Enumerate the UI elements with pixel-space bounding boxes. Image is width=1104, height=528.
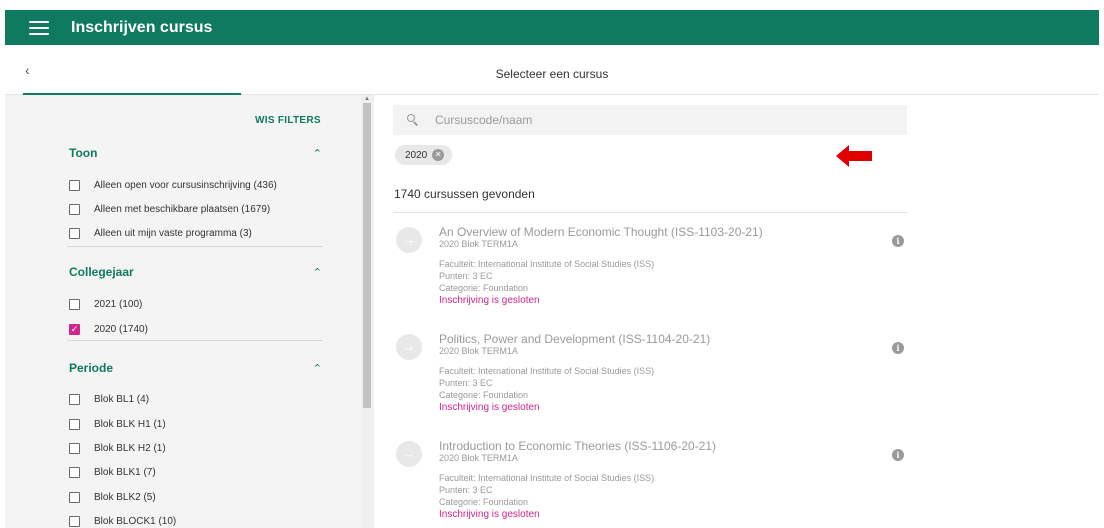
- filter-option-bl1[interactable]: Blok BL1 (4): [69, 391, 149, 407]
- checkbox[interactable]: [69, 466, 80, 478]
- checkbox[interactable]: [69, 418, 80, 430]
- checkbox[interactable]: [69, 298, 80, 310]
- chevron-up-icon: ⌃: [312, 362, 322, 375]
- filter-option-beschikbare-plaatsen[interactable]: Alleen met beschikbare plaatsen (1679): [69, 201, 270, 217]
- course-item[interactable]: → Politics, Power and Development (ISS-1…: [394, 324, 909, 424]
- arrow-right-icon[interactable]: →: [396, 227, 422, 253]
- chip-label: 2020: [405, 149, 428, 161]
- divider: [67, 340, 323, 341]
- scrollbar-thumb[interactable]: [363, 103, 371, 408]
- filter-option-blk2[interactable]: Blok BLK2 (5): [69, 489, 156, 505]
- checkbox-label: Blok BLK H2 (1): [94, 442, 166, 454]
- info-icon[interactable]: i: [892, 235, 904, 247]
- checkbox-checked[interactable]: ✓: [69, 323, 80, 335]
- course-title[interactable]: Introduction to Economic Theories (ISS-1…: [439, 439, 716, 453]
- divider: [67, 246, 323, 247]
- checkbox[interactable]: [69, 203, 80, 215]
- course-title[interactable]: Politics, Power and Development (ISS-110…: [439, 332, 710, 346]
- scroll-up-icon[interactable]: ▲: [363, 95, 371, 103]
- clear-filters-button[interactable]: WIS FILTERS: [255, 115, 321, 126]
- hamburger-icon[interactable]: [29, 20, 49, 35]
- info-icon[interactable]: i: [892, 449, 904, 461]
- course-faculty: Faculteit: International Institute of So…: [439, 473, 655, 483]
- course-status: Inschrijving is gesloten: [439, 509, 540, 520]
- checkbox-label: Blok BL1 (4): [94, 393, 150, 405]
- course-faculty: Faculteit: International Institute of So…: [439, 259, 655, 269]
- section-header-periode[interactable]: Periode ⌃: [69, 358, 322, 378]
- section-title: Toon: [69, 146, 98, 160]
- sub-header: ‹ Selecteer een cursus: [5, 45, 1099, 95]
- page-title: Selecteer een cursus: [495, 67, 609, 81]
- course-points: Punten: 3 EC: [439, 271, 493, 281]
- app-title: Inschrijven cursus: [71, 18, 213, 36]
- filter-option-block1[interactable]: Blok BLOCK1 (10): [69, 513, 176, 528]
- filter-option-2021[interactable]: 2021 (100): [69, 296, 142, 312]
- course-block: 2020 Blok TERM1A: [439, 346, 518, 356]
- filter-panel: WIS FILTERS Toon ⌃ Alleen open voor curs…: [5, 95, 374, 528]
- course-category: Categorie: Foundation: [439, 497, 529, 507]
- arrow-right-icon[interactable]: →: [396, 441, 422, 467]
- course-status: Inschrijving is gesloten: [439, 295, 540, 306]
- checkbox-label: Blok BLOCK1 (10): [94, 515, 177, 527]
- results-count: 1740 cursussen gevonden: [394, 187, 535, 201]
- course-status: Inschrijving is gesloten: [439, 402, 540, 413]
- course-points: Punten: 3 EC: [439, 378, 493, 388]
- section-header-collegejaar[interactable]: Collegejaar ⌃: [69, 262, 322, 282]
- search-input[interactable]: [435, 113, 875, 127]
- filter-option-open-inschrijving[interactable]: Alleen open voor cursusinschrijving (436…: [69, 177, 277, 193]
- course-block: 2020 Blok TERM1A: [439, 239, 518, 249]
- annotation-arrow-icon: [836, 145, 872, 167]
- course-category: Categorie: Foundation: [439, 390, 529, 400]
- filter-option-blk-h2[interactable]: Blok BLK H2 (1): [69, 440, 166, 456]
- course-faculty: Faculteit: International Institute of So…: [439, 366, 655, 376]
- checkbox-label: Blok BLK1 (7): [94, 466, 156, 478]
- filter-option-2020[interactable]: ✓ 2020 (1740): [69, 321, 148, 337]
- checkbox-label: Blok BLK2 (5): [94, 491, 156, 503]
- section-header-toon[interactable]: Toon ⌃: [69, 143, 322, 163]
- checkbox[interactable]: [69, 442, 80, 454]
- search-box[interactable]: [393, 105, 907, 135]
- filter-option-blk-h1[interactable]: Blok BLK H1 (1): [69, 416, 166, 432]
- filter-option-blk1[interactable]: Blok BLK1 (7): [69, 464, 156, 480]
- divider: [394, 212, 907, 213]
- section-title: Periode: [69, 361, 114, 375]
- results-panel: 2020 ✕ 1740 cursussen gevonden → An Over…: [374, 95, 1104, 528]
- checkbox[interactable]: [69, 227, 80, 239]
- course-category: Categorie: Foundation: [439, 283, 529, 293]
- arrow-right-icon[interactable]: →: [396, 334, 422, 360]
- checkbox[interactable]: [69, 393, 80, 405]
- checkbox-label: Alleen met beschikbare plaatsen (1679): [94, 203, 271, 215]
- app-bar: Inschrijven cursus: [5, 10, 1099, 45]
- close-circle-icon[interactable]: ✕: [432, 149, 445, 161]
- info-icon[interactable]: i: [892, 342, 904, 354]
- filter-option-vaste-programma[interactable]: Alleen uit mijn vaste programma (3): [69, 225, 252, 241]
- checkbox-label: Alleen open voor cursusinschrijving (436…: [94, 179, 277, 191]
- course-block: 2020 Blok TERM1A: [439, 453, 518, 463]
- section-title: Collegejaar: [69, 265, 134, 279]
- checkbox-label: Blok BLK H1 (1): [94, 418, 166, 430]
- course-item[interactable]: → An Overview of Modern Economic Thought…: [394, 217, 909, 317]
- page: Inschrijven cursus ‹ Selecteer een cursu…: [0, 0, 1104, 528]
- chevron-up-icon: ⌃: [312, 147, 322, 160]
- checkbox[interactable]: [69, 179, 80, 191]
- search-icon: [407, 114, 419, 126]
- checkbox-label: 2020 (1740): [94, 323, 148, 335]
- checkbox-label: Alleen uit mijn vaste programma (3): [94, 227, 252, 239]
- checkbox[interactable]: [69, 515, 80, 527]
- chevron-up-icon: ⌃: [312, 266, 322, 279]
- checkbox[interactable]: [69, 491, 80, 503]
- active-filter-chip[interactable]: 2020 ✕: [395, 145, 453, 165]
- checkbox-label: 2021 (100): [94, 298, 143, 310]
- course-title[interactable]: An Overview of Modern Economic Thought (…: [439, 225, 763, 239]
- course-item[interactable]: → Introduction to Economic Theories (ISS…: [394, 431, 909, 528]
- course-points: Punten: 3 EC: [439, 485, 493, 495]
